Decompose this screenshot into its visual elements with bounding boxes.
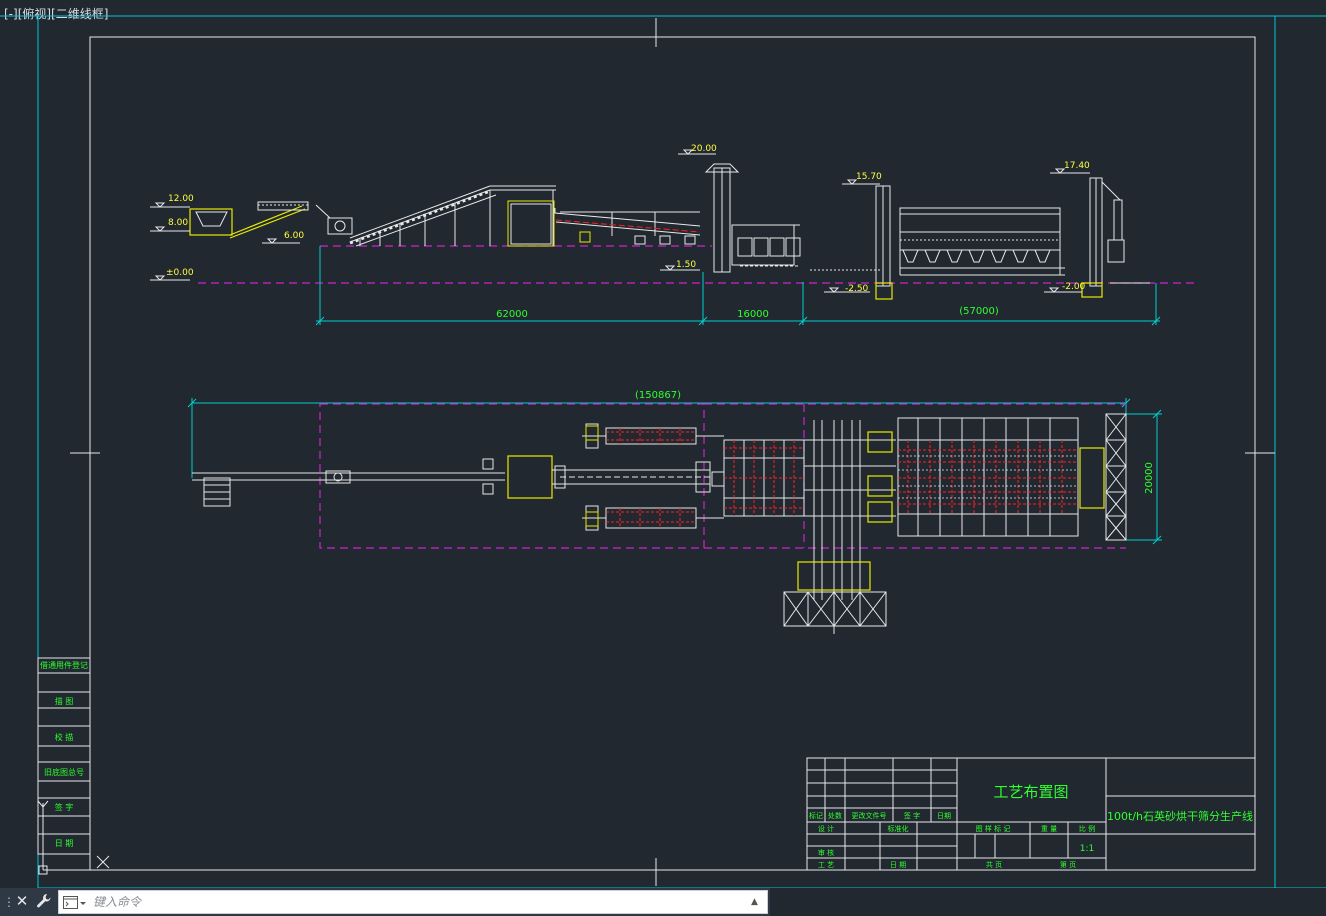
date-label: 日 期 xyxy=(890,861,906,869)
close-icon[interactable]: ✕ xyxy=(15,893,29,909)
chevron-up-icon[interactable]: ▲ xyxy=(751,897,761,907)
dimension-20000: 20000 xyxy=(1144,462,1155,494)
role-craft: 工 艺 xyxy=(818,861,834,869)
side-table-row-5: 日 期 xyxy=(55,839,74,848)
command-input-box[interactable]: ▲ xyxy=(58,890,768,914)
scale-value: 1:1 xyxy=(1080,844,1094,854)
side-table-row-2: 校 描 xyxy=(55,732,74,742)
elevation-15-7: 15.70 xyxy=(856,172,882,182)
side-table-row-4: 签 字 xyxy=(55,802,74,812)
role-review: 审 核 xyxy=(818,848,834,857)
bucket-elevator-3 xyxy=(1089,177,1125,287)
elevation-view xyxy=(189,163,1195,300)
rev-header-count: 处数 xyxy=(828,811,842,820)
dimension-57000: (57000) xyxy=(959,306,999,317)
drawing-canvas[interactable]: 12.00 8.00 6.00 ±0.00 20.00 1.50 15.70 -… xyxy=(0,0,1326,888)
stage-mark: 图 样 标 记 xyxy=(976,824,1011,833)
elevation-neg2: -2.00 xyxy=(1062,282,1086,292)
elevation-6: 6.00 xyxy=(284,231,304,241)
role-standard: 标准化 xyxy=(888,824,909,833)
plan-view: (150867) 20000 xyxy=(187,390,1162,634)
rev-header-mark: 标记 xyxy=(809,811,823,820)
role-design: 设 计 xyxy=(818,824,834,833)
wrench-icon[interactable] xyxy=(36,893,52,909)
side-table-row-1: 描 图 xyxy=(55,696,74,706)
command-input[interactable] xyxy=(93,893,733,911)
elevation-markers xyxy=(150,149,1090,293)
dimension-150867: (150867) xyxy=(635,390,681,401)
side-table xyxy=(37,657,91,855)
elevation-20: 20.00 xyxy=(691,144,717,154)
project-title: 100t/h石英砂烘干筛分生产线 xyxy=(1107,809,1253,823)
scale-label: 比 例 xyxy=(1079,824,1095,833)
rev-header-doc: 更改文件号 xyxy=(852,811,887,820)
sheet-number: 第 页 xyxy=(1060,860,1076,869)
command-line-bar: ⋮ ✕ ▲ xyxy=(0,888,770,916)
command-prompt-icon[interactable] xyxy=(63,896,87,910)
elevation-8: 8.00 xyxy=(168,218,188,228)
rev-header-sign: 签 字 xyxy=(904,811,920,820)
side-table-row-3: 旧底图总号 xyxy=(44,767,84,777)
inclined-conveyor xyxy=(349,185,556,247)
grip-handle-icon[interactable]: ⋮ xyxy=(3,895,15,909)
drawing-title: 工艺布置图 xyxy=(993,783,1068,801)
dimension-16000: 16000 xyxy=(737,309,769,320)
weight-label: 重 量 xyxy=(1041,825,1057,833)
ucs-axis-icon[interactable] xyxy=(37,800,110,875)
side-table-row-0: 借通用件登记 xyxy=(40,660,88,670)
bucket-elevator-1 xyxy=(704,163,801,273)
center-marks xyxy=(70,18,1275,886)
elevation-17-4: 17.40 xyxy=(1064,161,1090,171)
screening-plant xyxy=(875,185,1065,287)
elevation-neg2-5: -2.50 xyxy=(845,284,869,294)
rev-header-date: 日期 xyxy=(937,812,951,820)
elevation-1-5: 1.50 xyxy=(676,260,696,270)
elevation-12: 12.00 xyxy=(168,194,194,204)
dimension-62000: 62000 xyxy=(496,309,528,320)
drawing-frame xyxy=(0,15,1326,888)
total-sheets: 共 页 xyxy=(986,860,1002,869)
elevation-0: ±0.00 xyxy=(166,268,194,278)
